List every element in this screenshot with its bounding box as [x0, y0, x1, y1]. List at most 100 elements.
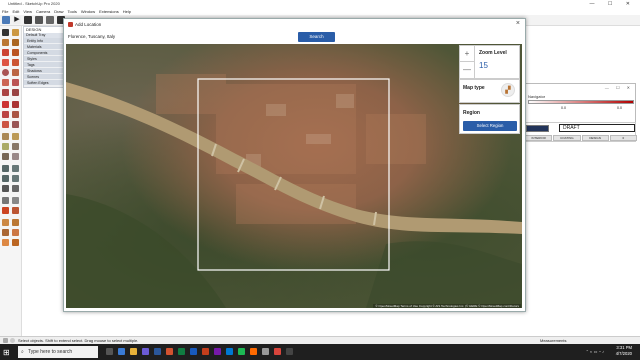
search-button[interactable]: Search: [298, 32, 335, 42]
panel-window-controls[interactable]: — ☐ ✕: [605, 85, 633, 90]
menu-draw[interactable]: Draw: [54, 8, 63, 15]
polygon-icon[interactable]: [12, 69, 19, 76]
store-icon[interactable]: [142, 348, 149, 355]
style-swatch[interactable]: [526, 125, 549, 132]
paint-bucket-icon[interactable]: [2, 39, 9, 46]
menu-window[interactable]: Window: [81, 8, 95, 15]
terminal-icon[interactable]: [286, 348, 293, 355]
add-detail-icon[interactable]: [2, 239, 9, 246]
orbit-icon[interactable]: [2, 165, 9, 172]
status-info-icon[interactable]: [3, 338, 8, 343]
follow-me-icon[interactable]: [12, 111, 19, 118]
close-icon[interactable]: ×: [516, 20, 520, 27]
sketchup-taskbar-icon[interactable]: [274, 348, 281, 355]
menu-extensions[interactable]: Extensions: [99, 8, 119, 15]
satellite-map[interactable]: © OpenStreetMap Terms of Use Copyright ©…: [66, 44, 522, 308]
spotify-icon[interactable]: [238, 348, 245, 355]
zoom-in-button[interactable]: +: [460, 46, 475, 62]
protractor-icon[interactable]: [2, 143, 9, 150]
word-icon[interactable]: [190, 348, 197, 355]
drape-icon[interactable]: [12, 229, 19, 236]
style-tab-interior[interactable]: INTERIOR: [525, 135, 553, 141]
scale-icon[interactable]: [2, 121, 9, 128]
rotated-rect-icon[interactable]: [12, 59, 19, 66]
taskbar-search-box[interactable]: ⌕ Type here to search: [18, 346, 98, 358]
pan-icon[interactable]: [12, 165, 19, 172]
style-tab-zero[interactable]: 0: [609, 135, 637, 141]
pie-icon[interactable]: [12, 79, 19, 86]
windows-start-icon[interactable]: ⊞: [3, 348, 10, 357]
record-icon[interactable]: [35, 16, 43, 24]
windows-taskbar: ⊞ ⌕ Type here to search ⌃ ◐ ▭ ◔ ♪ 3:31 P…: [0, 344, 640, 360]
menu-edit[interactable]: Edit: [12, 8, 19, 15]
color-gradient-bar[interactable]: [528, 100, 634, 104]
excel-icon[interactable]: [178, 348, 185, 355]
freehand-icon[interactable]: [12, 49, 19, 56]
task-view-icon[interactable]: [106, 348, 113, 355]
zoom-extents-icon[interactable]: [2, 185, 9, 192]
edge-icon[interactable]: [118, 348, 125, 355]
previous-view-icon[interactable]: [12, 185, 19, 192]
settings-icon[interactable]: [262, 348, 269, 355]
onenote-icon[interactable]: [214, 348, 221, 355]
window-controls[interactable]: — ☐ ✕: [590, 1, 636, 7]
smoove-icon[interactable]: [12, 219, 19, 226]
rectangle-icon[interactable]: [2, 59, 9, 66]
search-icon: ⌕: [21, 349, 24, 355]
style-name-field[interactable]: DRAFT: [559, 124, 635, 132]
location-search-input[interactable]: [66, 32, 297, 41]
axes-icon[interactable]: [2, 153, 9, 160]
default-tray: DESIGN Default Tray Entity Info Material…: [23, 26, 66, 88]
tray-item-soften-edges[interactable]: Soften Edges: [24, 80, 65, 86]
arc2-icon[interactable]: [2, 89, 9, 96]
arc-icon[interactable]: [2, 79, 9, 86]
firefox-icon[interactable]: [250, 348, 257, 355]
section-plane-icon[interactable]: [12, 207, 19, 214]
pencil-icon[interactable]: [12, 39, 19, 46]
select-tool-icon[interactable]: [2, 29, 9, 36]
menu-help[interactable]: Help: [123, 8, 131, 15]
arc3-icon[interactable]: [12, 89, 19, 96]
look-around-icon[interactable]: [12, 197, 19, 204]
stop-icon[interactable]: [24, 16, 32, 24]
position-camera-icon[interactable]: [2, 197, 9, 204]
select-region-button[interactable]: Select Region: [463, 121, 517, 131]
taskbar-clock[interactable]: 3:31 PM 4/7/2020: [616, 345, 632, 357]
system-tray-icons[interactable]: ⌃ ◐ ▭ ◔ ♪: [586, 349, 604, 354]
play-icon[interactable]: ▶: [13, 16, 21, 24]
move-icon[interactable]: [2, 101, 9, 108]
stamp-icon[interactable]: [2, 229, 9, 236]
line-tool-icon[interactable]: [2, 49, 9, 56]
dimension-icon[interactable]: [12, 133, 19, 140]
camera-icon[interactable]: [46, 16, 54, 24]
mail-icon[interactable]: [154, 348, 161, 355]
tape-measure-icon[interactable]: [2, 133, 9, 140]
menu-view[interactable]: View: [23, 8, 32, 15]
eraser-icon[interactable]: [12, 29, 19, 36]
walk-icon[interactable]: [2, 207, 9, 214]
file-explorer-icon[interactable]: [130, 348, 137, 355]
offset-icon[interactable]: [12, 121, 19, 128]
zoom-panel: + — Zoom Level 15: [459, 45, 520, 79]
outlook-icon[interactable]: [226, 348, 233, 355]
rotate-icon[interactable]: [2, 111, 9, 118]
getting-started-icon[interactable]: [2, 16, 10, 24]
menu-tools[interactable]: Tools: [68, 8, 77, 15]
style-tab-coating[interactable]: COATING: [553, 135, 581, 141]
circle-icon[interactable]: [2, 69, 9, 76]
style-tab-design[interactable]: DESIGN: [581, 135, 609, 141]
text-icon[interactable]: [12, 143, 19, 150]
menu-camera[interactable]: Camera: [36, 8, 50, 15]
sandbox-icon[interactable]: [2, 219, 9, 226]
powerpoint-icon[interactable]: [202, 348, 209, 355]
chrome-icon[interactable]: [166, 348, 173, 355]
status-user-icon[interactable]: [10, 338, 15, 343]
zoom-icon[interactable]: [2, 175, 9, 182]
flip-edge-icon[interactable]: [12, 239, 19, 246]
zoom-out-button[interactable]: —: [460, 62, 475, 79]
push-pull-icon[interactable]: [12, 101, 19, 108]
map-type-toggle-icon[interactable]: ▞: [501, 83, 515, 97]
3d-text-icon[interactable]: [12, 153, 19, 160]
menu-file[interactable]: File: [2, 8, 8, 15]
zoom-window-icon[interactable]: [12, 175, 19, 182]
